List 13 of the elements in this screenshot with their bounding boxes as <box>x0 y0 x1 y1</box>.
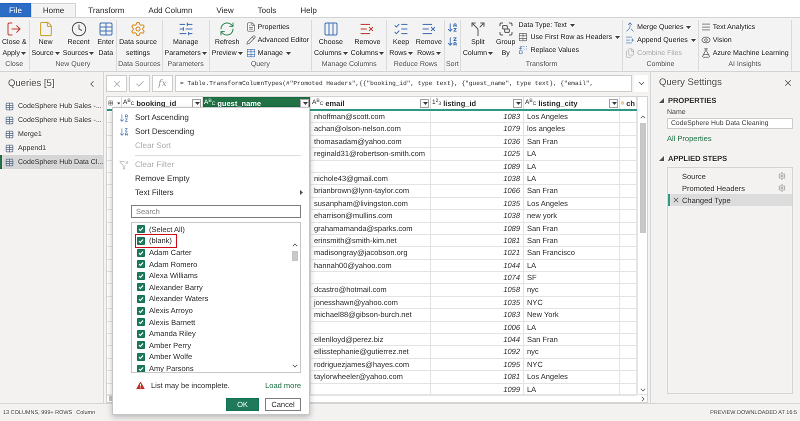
menu-item[interactable]: Text Filters <box>113 186 309 200</box>
ribbon-tab[interactable]: Add Column <box>136 3 204 17</box>
ribbon-tab[interactable]: Transform <box>76 3 136 17</box>
panel-title: Query Settings <box>659 77 722 88</box>
menu-item[interactable]: Sort Ascending <box>113 111 309 125</box>
ribbon-tab[interactable]: Tools <box>246 3 288 17</box>
menu-item[interactable]: Sort Descending <box>113 124 309 139</box>
panel-title: Queries [5] <box>8 78 54 89</box>
ribbon-tab[interactable]: File <box>0 3 31 17</box>
ribbon-tab[interactable]: Home <box>30 3 76 17</box>
ribbon-tab[interactable]: Help <box>288 3 329 17</box>
ribbon-tab[interactable]: View <box>204 3 246 17</box>
menu-item[interactable]: Remove Empty <box>113 172 309 186</box>
